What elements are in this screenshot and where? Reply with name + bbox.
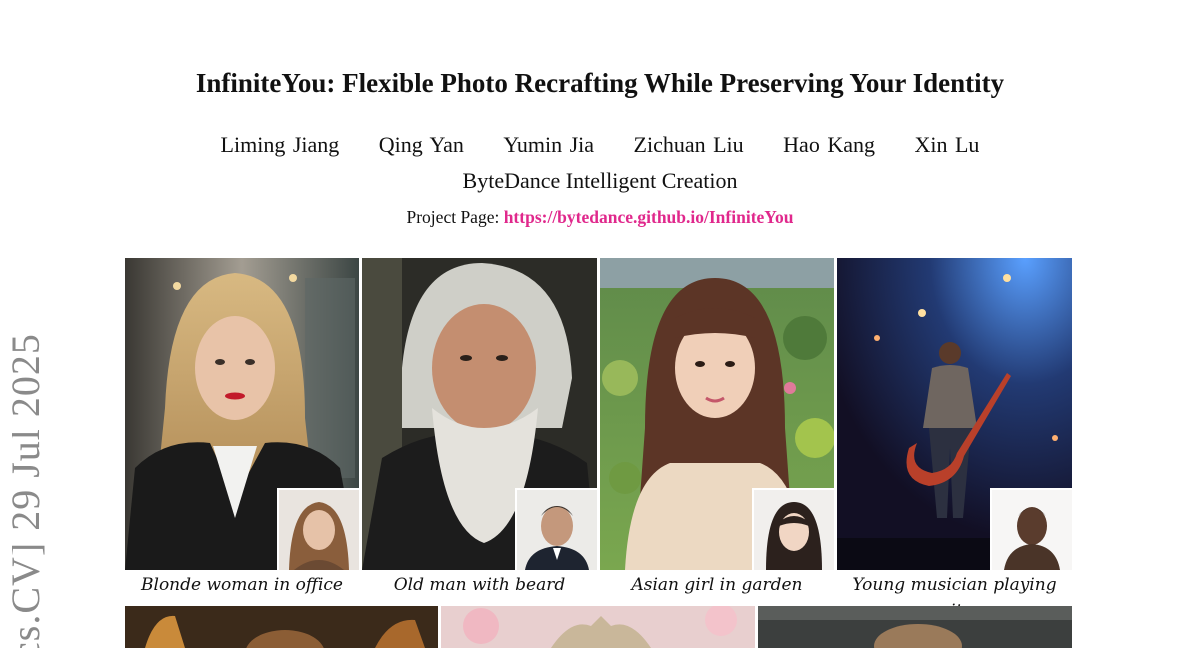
figure-teaser-row1 [125,258,1072,570]
author-list: Liming Jiang Qing Yan Yumin Jia Zichuan … [0,132,1200,158]
figure-image-garden [600,258,834,570]
affiliation: ByteDance Intelligent Creation [462,168,738,193]
author-name: Yumin Jia [503,132,595,157]
figure-caption: Asian girl in garden [631,575,803,595]
figure-caption: Young musician playing guitar [852,575,1057,621]
project-page-line: Project Page: https://bytedance.github.i… [0,207,1200,228]
figure-image-row2-2 [441,606,755,648]
identity-reference-image [990,488,1072,570]
figure-image-office [125,258,359,570]
identity-reference-image [277,488,359,570]
figure-image-old-man [362,258,597,570]
figure-image-musician [837,258,1072,570]
author-name: Xin Lu [914,132,980,157]
figure-image-row2-3 [758,606,1072,648]
identity-reference-image [752,488,834,570]
identity-reference-image [515,488,597,570]
figure-caption: Old man with beard [393,575,566,595]
paper-title: InfiniteYou: Flexible Photo Recrafting W… [195,68,1005,98]
author-name: Hao Kang [783,132,875,157]
author-name: Liming Jiang [220,132,340,157]
project-page-label: Project Page: [406,207,500,227]
project-page-link[interactable]: https://bytedance.github.io/InfiniteYou [504,207,794,227]
arxiv-stamp-text: cs.CV] 29 Jul 2025 [12,333,48,648]
author-name: Zichuan Liu [633,132,744,157]
author-name: Qing Yan [378,132,464,157]
figure-image-row2-1 [125,606,438,648]
figure-caption: Blonde woman in office [141,575,343,595]
